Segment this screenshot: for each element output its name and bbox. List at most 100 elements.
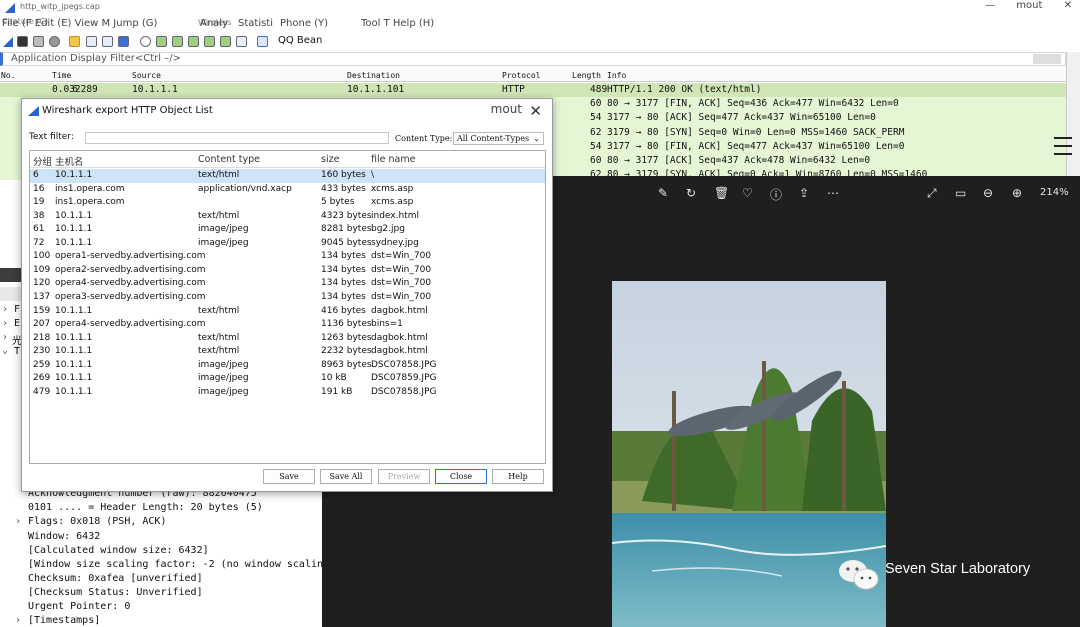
object-row[interactable]: 16 ins1.opera.com application/vnd.xacp 433 … [30,183,545,197]
edit-icon[interactable]: ✎ [658,186,668,200]
object-cell-file: dst=Win_700 [371,251,432,262]
object-row[interactable]: 159 10.1.1.1 text/html 416 bytes dagbok.html [30,305,545,319]
column-filename[interactable]: file name [371,154,415,165]
help-button[interactable]: Help [492,469,544,484]
open-file-icon[interactable] [69,36,80,47]
object-row[interactable]: 137 opera3-servedby.advertising.com 134 by… [30,291,545,305]
object-row[interactable]: 19 ins1.opera.com 5 bytes xcms.asp [30,196,545,210]
tree-expander-frame[interactable]: › [2,304,8,315]
content-type-select[interactable]: All Content-Types ⌄ [453,132,544,145]
object-row[interactable]: 6 10.1.1.1 text/html 160 bytes \ [30,169,545,183]
column-destination[interactable]: Destination [347,71,400,80]
save-all-button[interactable]: Save All [320,469,372,484]
tree-item-ethernet[interactable]: E [14,318,20,329]
close-dialog-button[interactable]: Close [435,469,487,484]
filter-bookmark-icon[interactable] [1033,54,1061,64]
start-capture-icon[interactable] [3,37,13,47]
detail-window[interactable]: Window: 6432 [28,531,100,542]
dialog-close-icon[interactable]: ✕ [529,102,542,120]
object-row[interactable]: 38 10.1.1.1 text/html 4323 bytes index.html [30,210,545,224]
detail-timestamps[interactable]: [Timestamps] [28,615,100,626]
go-back-icon[interactable] [156,36,167,47]
column-size[interactable]: size [321,154,339,165]
expand-icon[interactable]: ⤢ [927,186,937,201]
menu-item-phone[interactable]: Phone (Y) [280,18,328,29]
detail-flags[interactable]: Flags: 0x018 (PSH, ACK) [28,516,166,527]
column-time[interactable]: Time [52,71,71,80]
display-filter-input[interactable]: Application Display Filter<Ctrl –/> [11,53,181,64]
save-file-icon[interactable] [86,36,97,47]
more-icon[interactable]: ⋯ [827,186,839,200]
detail-checksum[interactable]: Checksum: 0xafea [unverified] [28,573,203,584]
column-content-type[interactable]: Content type [198,154,260,165]
heart-icon[interactable]: ♡ [742,186,753,200]
menu-item-analyze[interactable]: Analy [200,18,228,29]
tree-item-tcp[interactable]: T [14,346,20,357]
detail-urgent-pointer[interactable]: Urgent Pointer: 0 [28,601,130,612]
object-cell-file: index.html [371,210,419,221]
column-no[interactable]: No. [1,71,15,80]
share-icon[interactable]: ⇪ [799,186,809,200]
go-to-packet-icon[interactable] [188,36,199,47]
column-length[interactable]: Length [572,71,601,80]
object-row[interactable]: 230 10.1.1.1 text/html 2232 bytes dagbok.htm… [30,345,545,359]
column-protocol[interactable]: Protocol [502,71,541,80]
detail-checksum-status[interactable]: [Checksum Status: Unverified] [28,587,203,598]
rotate-icon[interactable]: ↻ [686,186,696,200]
expand-flags-icon[interactable]: › [15,516,21,527]
tree-expander-ethernet[interactable]: › [2,318,8,329]
object-row[interactable]: 61 10.1.1.1 image/jpeg 8281 bytes bg2.jpg [30,223,545,237]
minimize-button[interactable]: — [985,0,995,11]
colorize-icon[interactable] [257,36,268,47]
packet-row[interactable]: 6 0.032289 10.1.1.1 10.1.1.101 HTTP 489 HTTP/1… [0,83,1066,97]
object-row[interactable]: 479 10.1.1.1 image/jpeg 191 kB DSC07858.JPG [30,386,545,400]
menu-icon[interactable] [1054,137,1072,161]
tree-expander-tcp[interactable]: ⌄ [2,345,8,356]
detail-window-scaling[interactable]: [Window size scaling factor: -2 (no wind… [28,559,341,570]
column-packet[interactable]: 分组 [33,154,52,168]
tree-expander-ip[interactable]: › [2,332,8,343]
object-row[interactable]: 259 10.1.1.1 image/jpeg 8963 bytes DSC07858.… [30,359,545,373]
restart-capture-icon[interactable] [33,36,44,47]
close-file-icon[interactable] [102,36,113,47]
fit-icon[interactable]: ▭ [955,186,966,200]
reload-icon[interactable] [118,36,129,47]
object-row[interactable]: 72 10.1.1.1 image/jpeg 9045 bytes sydney.jpg [30,237,545,251]
tree-item-frame[interactable]: F [14,304,20,315]
last-packet-icon[interactable] [220,36,231,47]
object-row[interactable]: 207 opera4-servedby.advertising.com 1136 b… [30,318,545,332]
go-forward-icon[interactable] [172,36,183,47]
dialog-maximize-button[interactable]: mout [491,102,522,116]
zoom-in-icon[interactable]: ⊕ [1012,186,1022,200]
menu-item-statistics[interactable]: Statisti [238,18,273,29]
first-packet-icon[interactable] [204,36,215,47]
stop-capture-icon[interactable] [17,36,28,47]
packet-cell-len: 60 [590,155,602,166]
expand-timestamps-icon[interactable]: › [15,615,21,626]
object-row[interactable]: 218 10.1.1.1 text/html 1263 bytes dagbok.htm… [30,332,545,346]
object-row[interactable]: 120 opera4-servedby.advertising.com 134 by… [30,277,545,291]
menu-item-file-edit-view-jump[interactable]: File (F Edit (E) View M Jump (G) [2,18,157,29]
object-row[interactable]: 100 opera1-servedby.advertising.com 134 by… [30,250,545,264]
object-row[interactable]: 269 10.1.1.1 image/jpeg 10 kB DSC07859.JPG [30,372,545,386]
detail-calc-window[interactable]: [Calculated window size: 6432] [28,545,209,556]
delete-icon[interactable]: 🗑 [714,186,729,200]
capture-options-icon[interactable] [49,36,60,47]
detail-header-length[interactable]: 0101 .... = Header Length: 20 bytes (5) [28,502,263,513]
find-packet-icon[interactable] [140,36,151,47]
menu-item-tools-help[interactable]: Tool T Help (H) [361,18,434,29]
preview-button[interactable]: Preview [378,469,430,484]
display-filter-bar[interactable]: Application Display Filter<Ctrl –/> [0,52,1066,66]
object-cell-host: opera4-servedby.advertising.com [55,278,206,289]
column-source[interactable]: Source [132,71,161,80]
save-button[interactable]: Save [263,469,315,484]
zoom-out-icon[interactable]: ⊖ [983,186,993,200]
maximize-button[interactable]: mout [1016,0,1042,11]
autoscroll-icon[interactable] [236,36,247,47]
text-filter-input[interactable] [85,132,389,144]
column-info[interactable]: Info [607,71,626,80]
close-button[interactable]: ✕ [1064,0,1072,11]
column-hostname[interactable]: 主机名 [55,154,84,168]
info-icon[interactable]: ⓘ [770,186,782,203]
object-row[interactable]: 109 opera2-servedby.advertising.com 134 by… [30,264,545,278]
